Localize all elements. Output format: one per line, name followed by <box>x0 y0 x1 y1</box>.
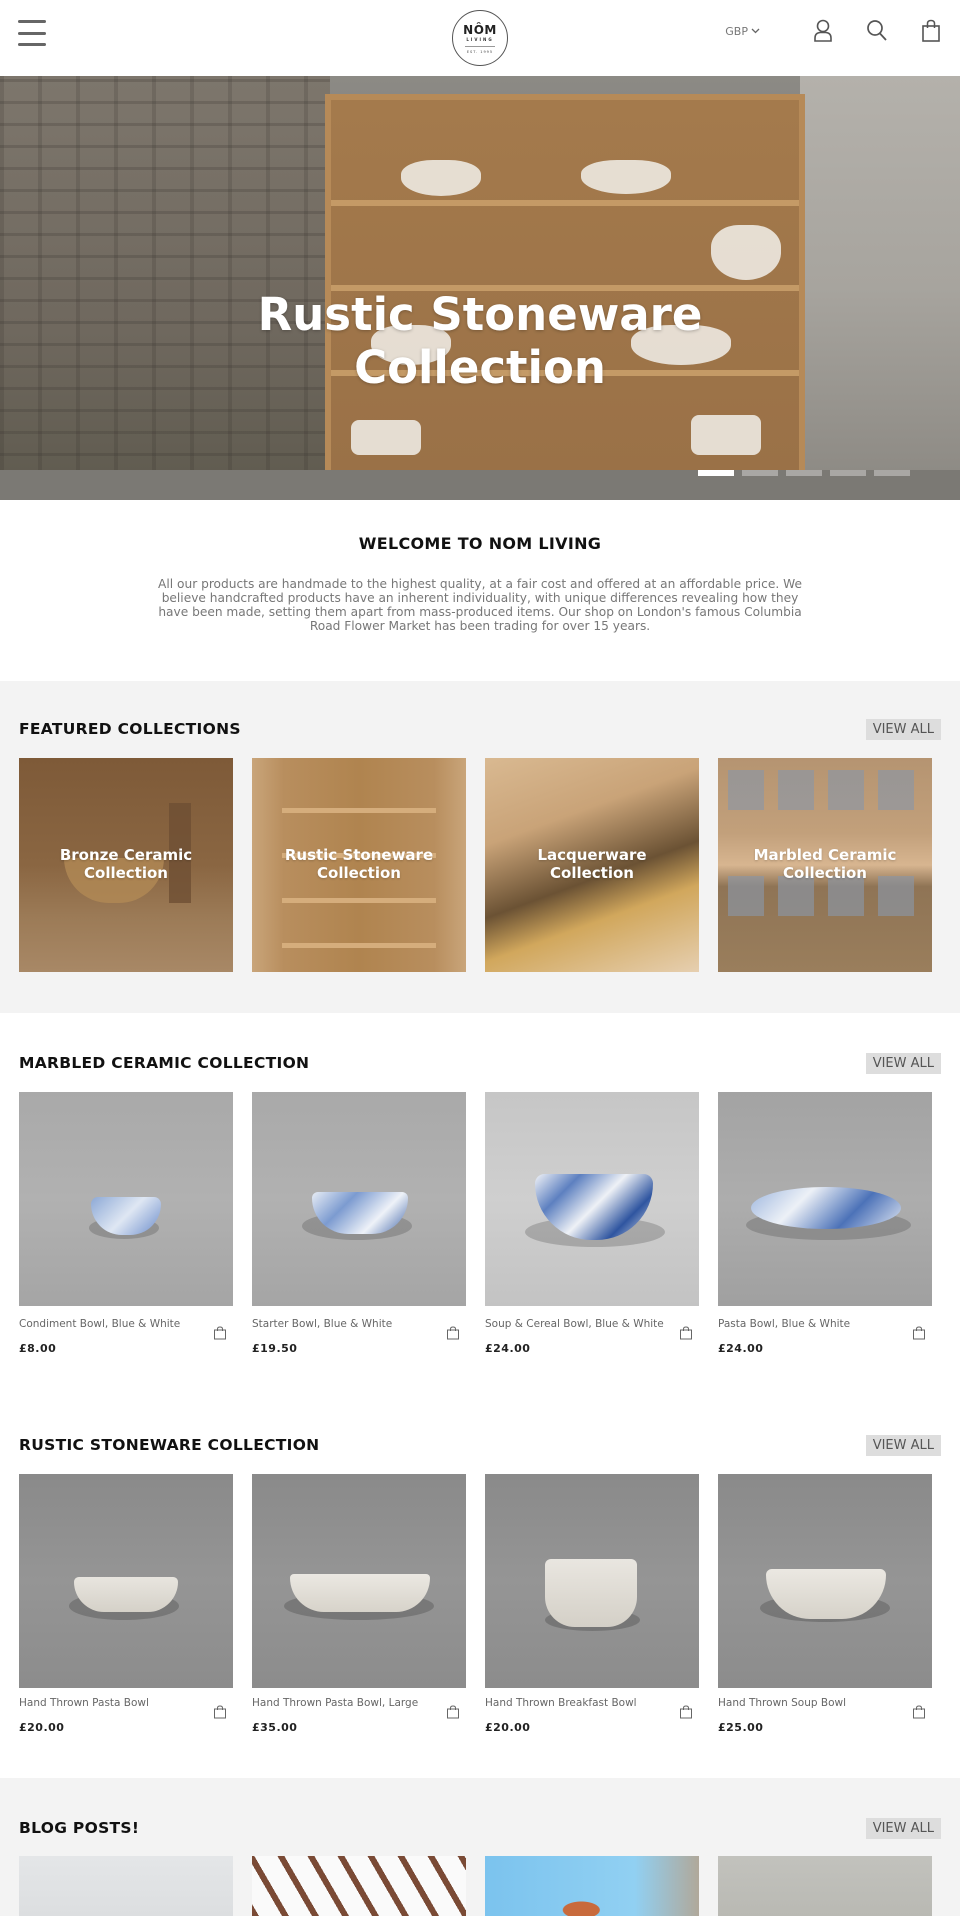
collection-card-rustic-stoneware[interactable]: Rustic Stoneware Collection <box>252 758 466 972</box>
product-name[interactable]: Starter Bowl, Blue & White <box>252 1318 466 1330</box>
site-header: NÔM LIVING EST. 1995 GBP <box>0 0 960 76</box>
product-price: £19.50 <box>252 1342 298 1355</box>
logo-divider <box>465 46 495 47</box>
product-price: £25.00 <box>718 1721 764 1734</box>
section-title: MARBLED CERAMIC COLLECTION <box>19 1054 310 1072</box>
product-name[interactable]: Hand Thrown Breakfast Bowl <box>485 1697 699 1709</box>
product-image[interactable] <box>485 1474 699 1688</box>
product-card: Starter Bowl, Blue & White £19.50 <box>252 1092 466 1368</box>
rustic-stoneware-section: RUSTIC STONEWARE COLLECTION VIEW ALL Han… <box>0 1396 960 1778</box>
product-name[interactable]: Condiment Bowl, Blue & White <box>19 1318 233 1330</box>
blog-post-image[interactable] <box>718 1856 932 1916</box>
product-price: £35.00 <box>252 1721 298 1734</box>
add-to-cart-icon[interactable] <box>446 1705 460 1719</box>
add-to-cart-icon[interactable] <box>912 1705 926 1719</box>
menu-icon[interactable] <box>18 20 46 46</box>
collection-card-marbled-ceramic[interactable]: Marbled Ceramic Collection <box>718 758 932 972</box>
product-price: £24.00 <box>485 1342 531 1355</box>
product-price: £20.00 <box>485 1721 531 1734</box>
slider-dot-5[interactable] <box>874 470 910 476</box>
collection-card-bronze[interactable]: Bronze Ceramic Collection <box>19 758 233 972</box>
product-image[interactable] <box>19 1474 233 1688</box>
collection-title: Marbled Ceramic Collection <box>753 846 897 882</box>
view-all-button[interactable]: VIEW ALL <box>865 718 941 740</box>
blog-post-image[interactable] <box>19 1856 233 1916</box>
product-image[interactable] <box>19 1092 233 1306</box>
product-card: Hand Thrown Breakfast Bowl £20.00 <box>485 1474 699 1750</box>
add-to-cart-icon[interactable] <box>912 1326 926 1340</box>
add-to-cart-icon[interactable] <box>446 1326 460 1340</box>
hero-slider[interactable]: Rustic Stoneware Collection <box>0 76 960 500</box>
welcome-heading: WELCOME TO NOM LIVING <box>358 534 602 553</box>
add-to-cart-icon[interactable] <box>213 1326 227 1340</box>
welcome-section: WELCOME TO NOM LIVING All our products a… <box>0 500 960 681</box>
logo-established: EST. 1995 <box>466 50 494 54</box>
hero-image-dresser <box>325 94 805 476</box>
section-title: RUSTIC STONEWARE COLLECTION <box>19 1436 320 1454</box>
product-card: Hand Thrown Pasta Bowl, Large £35.00 <box>252 1474 466 1750</box>
product-name[interactable]: Hand Thrown Pasta Bowl <box>19 1697 233 1709</box>
product-card: Soup & Cereal Bowl, Blue & White £24.00 <box>485 1092 699 1368</box>
product-image[interactable] <box>252 1092 466 1306</box>
add-to-cart-icon[interactable] <box>213 1705 227 1719</box>
product-name[interactable]: Soup & Cereal Bowl, Blue & White <box>485 1318 699 1330</box>
product-name[interactable]: Hand Thrown Pasta Bowl, Large <box>252 1697 466 1709</box>
product-price: £8.00 <box>19 1342 57 1355</box>
blog-post-image[interactable] <box>252 1856 466 1916</box>
account-icon[interactable] <box>810 18 836 44</box>
hero-title: Rustic Stoneware Collection <box>0 288 960 394</box>
product-name[interactable]: Pasta Bowl, Blue & White <box>718 1318 932 1330</box>
section-title: BLOG POSTS! <box>19 1819 140 1837</box>
cart-icon[interactable] <box>918 18 944 44</box>
product-card: Hand Thrown Soup Bowl £25.00 <box>718 1474 932 1750</box>
slider-dot-3[interactable] <box>786 470 822 476</box>
hero-title-line1: Rustic Stoneware <box>257 288 703 341</box>
logo-wordmark: NÔM <box>463 23 497 37</box>
welcome-text: All our products are handmade to the hig… <box>158 577 802 633</box>
product-image[interactable] <box>718 1092 932 1306</box>
currency-label: GBP <box>725 24 748 38</box>
product-card: Condiment Bowl, Blue & White £8.00 <box>19 1092 233 1368</box>
collection-title: Rustic Stoneware Collection <box>284 846 434 882</box>
slider-pagination <box>698 470 910 476</box>
slider-dot-2[interactable] <box>742 470 778 476</box>
chevron-down-icon <box>751 28 760 34</box>
header-actions: GBP <box>725 18 944 44</box>
collection-card-lacquerware[interactable]: Lacquerware Collection <box>485 758 699 972</box>
view-all-button[interactable]: VIEW ALL <box>865 1052 941 1074</box>
add-to-cart-icon[interactable] <box>679 1326 693 1340</box>
product-card: Hand Thrown Pasta Bowl £20.00 <box>19 1474 233 1750</box>
blog-posts-section: BLOG POSTS! VIEW ALL <box>0 1778 960 1916</box>
slider-dot-4[interactable] <box>830 470 866 476</box>
hero-title-line2: Collection <box>354 341 606 394</box>
view-all-button[interactable]: VIEW ALL <box>865 1817 941 1839</box>
section-title: FEATURED COLLECTIONS <box>19 720 241 738</box>
product-price: £24.00 <box>718 1342 764 1355</box>
currency-selector[interactable]: GBP <box>725 25 760 38</box>
marbled-ceramic-section: MARBLED CERAMIC COLLECTION VIEW ALL Cond… <box>0 1013 960 1396</box>
blog-post-image[interactable] <box>485 1856 699 1916</box>
product-card: Pasta Bowl, Blue & White £24.00 <box>718 1092 932 1368</box>
slider-dot-1[interactable] <box>698 470 734 476</box>
collection-title: Lacquerware Collection <box>537 846 647 882</box>
view-all-button[interactable]: VIEW ALL <box>865 1434 941 1456</box>
featured-collections-section: FEATURED COLLECTIONS VIEW ALL Bronze Cer… <box>0 681 960 1013</box>
add-to-cart-icon[interactable] <box>679 1705 693 1719</box>
product-image[interactable] <box>252 1474 466 1688</box>
site-logo[interactable]: NÔM LIVING EST. 1995 <box>452 10 508 66</box>
logo-subtitle: LIVING <box>466 37 494 42</box>
product-image[interactable] <box>485 1092 699 1306</box>
collection-title: Bronze Ceramic Collection <box>59 846 193 882</box>
product-price: £20.00 <box>19 1721 65 1734</box>
product-image[interactable] <box>718 1474 932 1688</box>
product-name[interactable]: Hand Thrown Soup Bowl <box>718 1697 932 1709</box>
search-icon[interactable] <box>864 18 890 44</box>
